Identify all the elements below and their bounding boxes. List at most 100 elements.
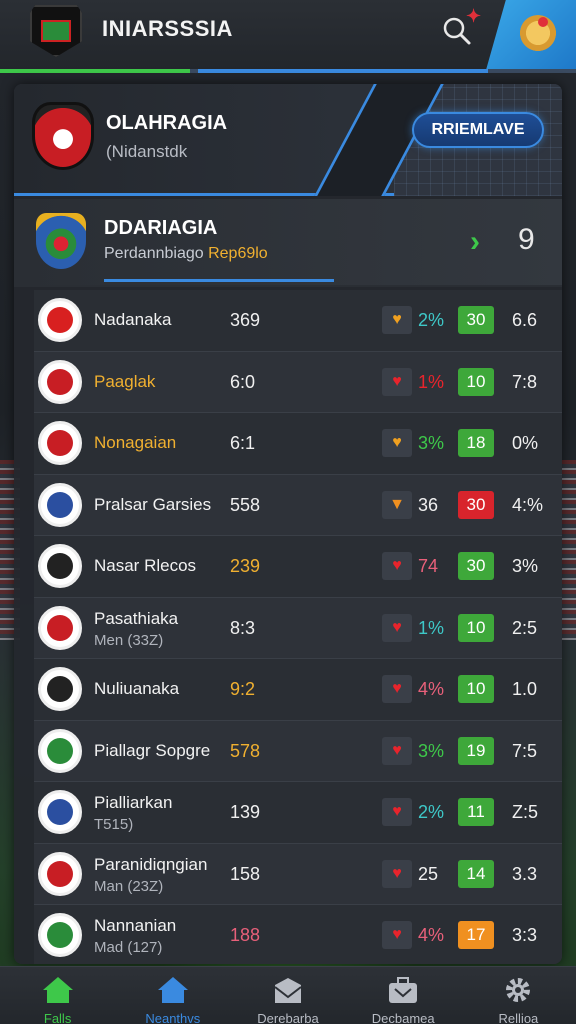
table-row[interactable]: Nonagaian 6:1 ♥ 3% 18 0% [34,413,562,475]
featured-team-row[interactable]: DDARIAGIA Perdannbiago Rep69lo › 9 [14,199,562,287]
banner-title: OLAHRAGIA [106,112,228,134]
nav-tab-3[interactable]: Decbamea [346,967,461,1024]
app-logo[interactable] [30,5,82,57]
table-row[interactable]: Pialliarkan T515) 139 ♥ 2% 11 Z:5 [34,782,562,844]
team-name: Pasathiaka [94,608,179,628]
heart-icon[interactable]: ♥ [382,675,412,703]
team-badge: 30 [458,490,494,519]
heart-icon[interactable]: ♥ [382,736,412,765]
team-badge: 30 [458,306,494,334]
team-subtitle: Mad (127) [94,939,163,956]
table-row[interactable]: Paaglak 6:0 ♥ 1% 10 7:8 [34,351,562,413]
inbox-icon [271,975,305,1005]
team-crest-icon [38,851,82,896]
team-name: Nadanaka [94,310,172,329]
nav-label: Falls [43,1011,72,1024]
team-score: 188 [230,925,261,945]
heart-icon[interactable]: ▼ [382,490,412,519]
team-name: Nuliuanaka [94,679,180,698]
team-crest-icon [38,605,82,650]
team-value: 7:8 [512,371,538,392]
team-score: 6:1 [230,433,256,453]
gear-icon [501,975,535,1005]
team-badge: 10 [458,367,494,396]
team-score: 139 [230,802,261,822]
team-percent: 36 [418,494,439,515]
featured-title: DDARIAGIA [104,217,218,239]
profile-button[interactable] [486,0,576,70]
home-icon [41,975,75,1005]
team-badge: 10 [458,675,494,703]
team-percent: 1% [418,371,445,392]
team-value: 3.3 [512,863,538,884]
banner-subtitle: (Nidanstdk [106,142,188,161]
featured-subtitle-text: Perdannbiago [104,245,204,262]
hero-crest [32,102,94,170]
table-row[interactable]: Pralsar Garsies 558 ▼ 36 30 4:% [34,474,562,536]
table-row[interactable]: Pasathiaka Men (33Z) 8:3 ♥ 1% 10 2:5 [34,597,562,659]
team-value: 4:% [512,494,544,515]
team-percent: 1% [418,617,445,638]
heart-icon[interactable]: ♥ [382,306,412,334]
team-score: 6:0 [230,371,256,392]
team-score: 369 [230,310,261,330]
team-badge: 30 [458,552,494,580]
chevron-right-icon[interactable]: › [470,225,480,259]
heart-icon[interactable]: ♥ [382,921,412,949]
team-badge: 11 [458,798,494,826]
nav-tab-2[interactable]: Derebarba [230,967,345,1024]
heart-icon[interactable]: ♥ [382,552,412,580]
table-row[interactable]: Nannanian Mad (127) 188 ♥ 4% 17 3:3 [34,905,562,964]
featured-subtitle: Perdannbiago Rep69lo [104,245,268,263]
nav-label: Derebarba [257,1011,319,1024]
nav-tab-4[interactable]: Rellioa [461,967,576,1024]
team-crest-icon [38,482,82,527]
team-badge: 17 [458,921,494,949]
avatar [518,15,558,55]
app-title: INIARSSSIA [102,16,233,41]
team-badge: 18 [458,429,494,457]
team-name: Piallagr Sopgre [94,740,211,760]
team-score: 158 [230,863,261,884]
table-row[interactable]: Piallagr Sopgre 578 ♥ 3% 19 7:5 [34,720,562,782]
featured-underline [104,279,334,282]
team-value: 1.0 [512,679,538,699]
team-score: 578 [230,740,261,761]
table-row[interactable]: Nuliuanaka 9:2 ♥ 4% 10 1.0 [34,659,562,721]
team-score: 239 [230,556,261,576]
team-value: 7:5 [512,740,538,761]
team-list: Nadanaka 369 ♥ 2% 30 6.6 Paaglak 6:0 ♥ 1… [34,290,562,964]
team-percent: 3% [418,740,445,761]
nav-tab-0[interactable]: Falls [0,967,115,1024]
team-percent: 4% [418,679,445,699]
team-name: Nannanian [94,916,177,935]
team-name: Paaglak [94,371,156,391]
team-percent: 74 [418,556,439,576]
nav-tab-1[interactable]: Neanthvs [115,967,230,1024]
team-name: Nonagaian [94,433,177,452]
team-crest-icon [38,667,82,711]
heart-icon[interactable]: ♥ [382,859,412,888]
team-name: Paranidiqngian [94,854,208,874]
heart-icon[interactable]: ♥ [382,798,412,826]
team-value: Z:5 [512,802,539,822]
featured-highlight: Rep69lo [208,245,268,262]
table-row[interactable]: Paranidiqngian Man (23Z) 158 ♥ 25 14 3.3 [34,843,562,905]
top-bar: INIARSSSIA ✦ [0,0,576,73]
table-row[interactable]: Nasar Rlecos 239 ♥ 74 30 3% [34,536,562,598]
team-crest-icon [38,298,82,342]
heart-icon[interactable]: ♥ [382,429,412,457]
team-percent: 4% [418,925,445,945]
team-crest-icon [38,790,82,834]
team-value: 6.6 [512,310,538,330]
team-value: 3:3 [512,925,538,945]
heart-icon[interactable]: ♥ [382,367,412,396]
heart-icon[interactable]: ♥ [382,613,412,642]
featured-crest [36,213,86,269]
table-row[interactable]: Nadanaka 369 ♥ 2% 30 6.6 [34,290,562,352]
team-score: 8:3 [230,617,256,638]
team-crest-icon [38,913,82,957]
team-badge: 19 [458,736,494,765]
team-percent: 3% [418,433,445,453]
cta-button[interactable]: RRIEMLAVE [412,112,544,148]
